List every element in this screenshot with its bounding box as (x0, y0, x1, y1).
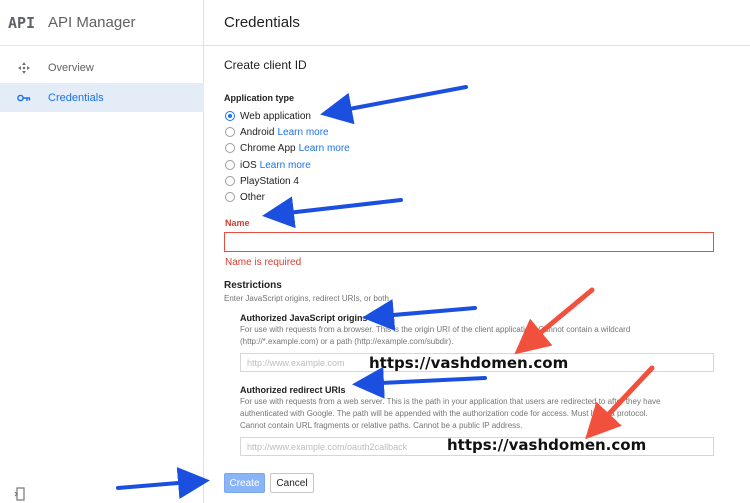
sidebar-item-overview[interactable]: Overview (0, 53, 204, 82)
js-origins-help-line: (http://*.example.com) or a path (http:/… (240, 337, 454, 346)
blue-arrow-name (262, 196, 403, 229)
blue-arrow-js-origins (362, 299, 477, 331)
restrictions-title: Restrictions (224, 280, 282, 291)
radio-ios[interactable]: iOS Learn more (225, 158, 311, 172)
radio-playstation-4[interactable]: PlayStation 4 (225, 174, 299, 188)
radio-label: Chrome App (240, 142, 296, 154)
redirect-uris-label: Authorized redirect URIs (240, 385, 346, 395)
radio-chrome-app[interactable]: Chrome App Learn more (225, 141, 350, 155)
learn-more-link[interactable]: Learn more (260, 160, 311, 171)
collapse-sidebar-icon[interactable] (14, 487, 25, 503)
redirect-annotation-text: https://vashdomen.com (447, 436, 647, 454)
radio-icon (225, 127, 235, 137)
radio-web-application[interactable]: Web application (225, 109, 311, 123)
restrictions-subtitle: Enter JavaScript origins, redirect URIs,… (224, 294, 389, 303)
radio-label: Android (240, 126, 275, 138)
main-header: Credentials (204, 0, 750, 46)
redirect-uris-help-line: Cannot contain URL fragments or relative… (240, 421, 523, 430)
page-title: Credentials (224, 14, 300, 31)
cancel-button[interactable]: Cancel (270, 473, 314, 493)
js-origins-label: Authorized JavaScript origins (240, 313, 368, 323)
key-icon (0, 93, 48, 103)
application-type-label: Application type (224, 93, 295, 103)
sidebar: API API Manager Overview Credentials (0, 0, 204, 503)
app-title: API Manager (48, 14, 136, 31)
api-logo: API (8, 13, 36, 32)
create-button[interactable]: Create (224, 473, 265, 493)
redirect-uris-help-line: authenticated with Google. The path will… (240, 409, 648, 418)
sidebar-item-credentials[interactable]: Credentials (0, 83, 204, 112)
radio-label: Other (240, 191, 266, 203)
radio-selected-icon (225, 111, 235, 121)
radio-icon (225, 176, 235, 186)
js-origins-help-line: For use with requests from a browser. Th… (240, 325, 631, 334)
radio-other[interactable]: Other (225, 190, 265, 204)
redirect-uris-help-line: For use with requests from a web server.… (240, 397, 661, 406)
blue-arrow-redirect-uris (352, 366, 487, 399)
origin-annotation-text: https://vashdomen.com (369, 354, 569, 372)
radio-label: iOS (240, 159, 257, 171)
sidebar-item-label: Credentials (48, 91, 104, 104)
name-input[interactable] (224, 232, 714, 252)
radio-label: Web application (240, 110, 311, 122)
radio-icon (225, 160, 235, 170)
section-title: Create client ID (224, 58, 307, 72)
sidebar-item-label: Overview (48, 61, 94, 74)
learn-more-link[interactable]: Learn more (299, 143, 350, 154)
name-error-message: Name is required (225, 257, 302, 268)
radio-icon (225, 143, 235, 153)
radio-icon (225, 192, 235, 202)
overview-icon (0, 61, 48, 74)
radio-android[interactable]: Android Learn more (225, 125, 329, 139)
sidebar-header: API API Manager (0, 0, 203, 46)
learn-more-link[interactable]: Learn more (277, 127, 328, 138)
radio-label: PlayStation 4 (240, 175, 299, 187)
blue-arrow-web-application (320, 85, 468, 125)
name-label: Name (225, 218, 250, 228)
